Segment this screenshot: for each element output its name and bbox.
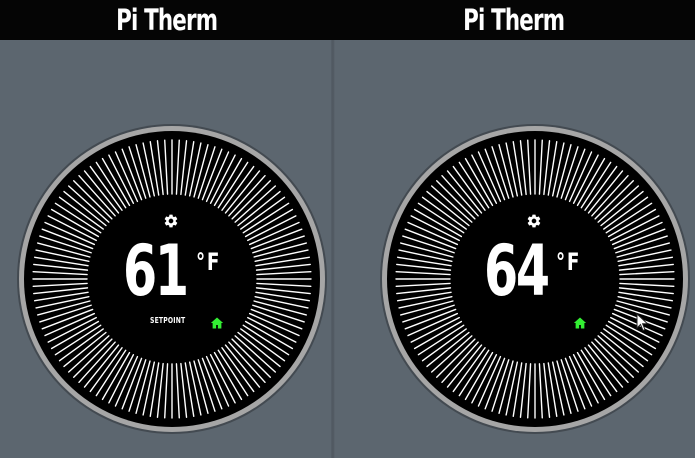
thermostat-panel-right: Pi Therm 64 °F — [333, 0, 695, 458]
gear-icon[interactable] — [526, 213, 542, 229]
home-icon[interactable] — [210, 316, 224, 330]
app-title: Pi Therm — [115, 3, 218, 37]
pi-therm-app: Pi Therm 61 °F SETPOINT Pi Therm 64 °F — [0, 0, 695, 458]
thermostat-dial[interactable]: 61 °F SETPOINT — [17, 124, 327, 434]
home-icon[interactable] — [573, 316, 587, 330]
temperature-unit: °F — [196, 248, 222, 276]
app-title: Pi Therm — [463, 3, 565, 37]
gear-icon[interactable] — [163, 213, 179, 229]
panel-divider — [331, 40, 335, 458]
thermostat-dial[interactable]: 64 °F — [380, 124, 690, 434]
mouse-cursor-icon — [636, 313, 649, 332]
app-header: Pi Therm — [333, 0, 695, 40]
current-temperature: 64 — [484, 230, 550, 312]
current-temperature: 61 — [123, 230, 189, 312]
temperature-unit: °F — [556, 248, 582, 276]
app-header: Pi Therm — [0, 0, 333, 40]
thermostat-panel-left: Pi Therm 61 °F SETPOINT — [0, 0, 333, 458]
mode-label: SETPOINT — [150, 316, 186, 325]
